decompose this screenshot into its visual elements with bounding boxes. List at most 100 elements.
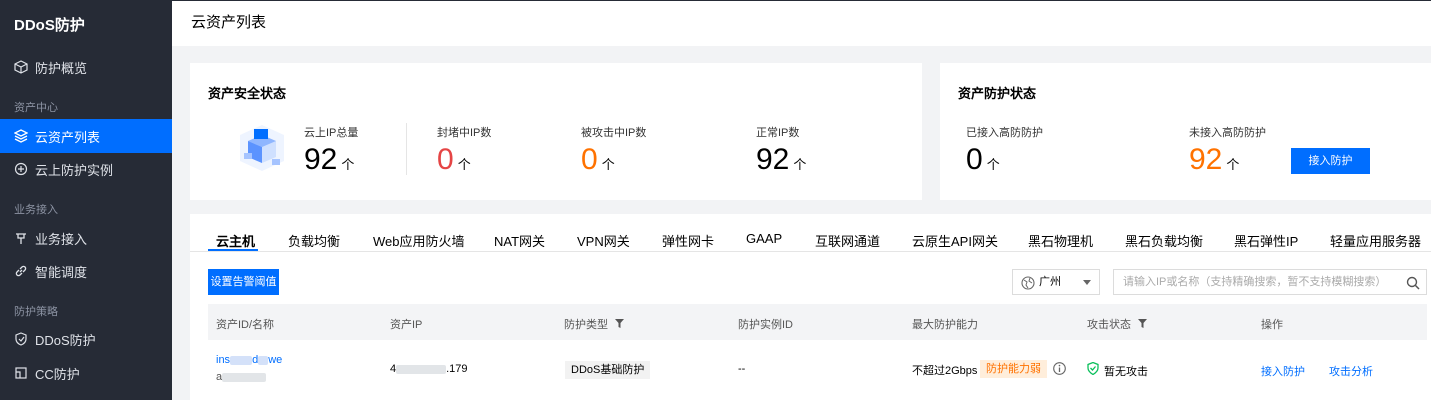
stat-normal-ip: 正常IP数 92 个 (756, 124, 806, 183)
stat-label: 已接入高防防护 (966, 127, 1043, 139)
tab-bm-machine[interactable]: 黑石物理机 (1028, 231, 1093, 250)
stat-unit: 个 (601, 157, 615, 172)
stat-total-ip: 云上IP总量 92 个 (304, 124, 358, 183)
info-icon[interactable] (1053, 362, 1066, 378)
column-header-filterable[interactable]: 攻击状态 (1087, 316, 1148, 332)
column-header-label: 攻击状态 (1087, 319, 1131, 331)
search-input[interactable]: 请输入IP或名称（支持精确搜索，暂不支持模糊搜索） (1113, 269, 1427, 295)
connect-protection-button[interactable]: 接入防护 (1291, 148, 1370, 174)
sidebar-group-asset-center: 资产中心 (14, 102, 58, 114)
globe-icon (1021, 275, 1035, 299)
server-illustration-icon (234, 121, 290, 177)
sidebar-item-label: DDoS防护 (35, 332, 96, 348)
stat-unit: 个 (793, 157, 807, 172)
stat-value: 0 (966, 143, 983, 176)
stat-not-connected: 未接入高防防护 92 个 (1189, 124, 1266, 183)
shield-check-icon (1087, 361, 1099, 378)
sidebar-item-label: 智能调度 (35, 264, 88, 280)
stat-value: 92 (304, 143, 338, 176)
stat-attacked-ip: 被攻击中IP数 0个 (581, 124, 646, 183)
sidebar-item-label: CC防护 (35, 366, 80, 382)
redacted-text (258, 355, 269, 365)
tab-vpn[interactable]: VPN网关 (577, 231, 630, 250)
stat-blocked-ip: 封堵中IP数 0个 (437, 124, 491, 183)
sidebar-item-overview[interactable]: 防护概览 (0, 50, 172, 84)
attack-analysis-link[interactable]: 攻击分析 (1329, 363, 1373, 379)
stat-label: 被攻击中IP数 (581, 127, 647, 139)
sidebar-item-label: 云上防护实例 (35, 162, 114, 178)
column-header: 防护实例ID (738, 319, 793, 331)
resource-tabs: 云主机 负载均衡 Web应用防火墙 NAT网关 VPN网关 弹性网卡 GAAP … (190, 214, 1431, 252)
tab-gaap[interactable]: GAAP (746, 231, 782, 246)
asset-list-panel: 设置告警阈值 广州 请输入IP或名称（支持精确搜索，暂不支持模糊搜索） 资产ID… (190, 252, 1431, 400)
sidebar-item-label: 业务接入 (35, 231, 88, 247)
sidebar-item-business-access[interactable]: 业务接入 (0, 221, 172, 255)
region-select[interactable]: 广州 (1012, 269, 1100, 295)
asset-protection-card: 资产防护状态 已接入高防防护 0个 未接入高防防护 92 个 接入防护 (940, 63, 1431, 200)
column-header: 资产IP (390, 319, 423, 331)
redacted-text (230, 355, 253, 365)
sidebar-item-ddos-protection[interactable]: DDoS防护 (0, 322, 172, 356)
tab-nat[interactable]: NAT网关 (494, 231, 545, 250)
page-header: 云资产列表 (172, 0, 1431, 46)
tab-clb[interactable]: 负载均衡 (288, 231, 340, 250)
sidebar-group-policy: 防护策略 (14, 306, 58, 318)
alert-threshold-button[interactable]: 设置告警阈值 (208, 269, 279, 295)
protection-type-tag: DDoS基础防护 (565, 361, 651, 379)
stat-unit: 个 (986, 157, 1000, 172)
sidebar-group-business: 业务接入 (14, 204, 58, 216)
instance-id: -- (738, 363, 746, 375)
column-header: 资产ID/名称 (216, 319, 275, 331)
table-row: ins d we a 4.179 DDoS基础防护 -- 不超过2Gbps 防护能力… (208, 340, 1427, 400)
filter-icon[interactable] (615, 319, 625, 331)
sidebar-item-label: 防护概览 (35, 60, 88, 76)
stat-value: 92 (756, 143, 790, 176)
tab-waf[interactable]: Web应用防火墙 (373, 231, 465, 250)
sidebar-item-smart-dispatch[interactable]: 智能调度 (0, 254, 172, 288)
stat-value: 0 (581, 143, 598, 176)
sidebar-item-cloud-instances[interactable]: 云上防护实例 (0, 152, 172, 186)
shield-icon (14, 332, 28, 346)
divider (406, 123, 407, 175)
page-title: 云资产列表 (191, 14, 267, 31)
active-tab-indicator (208, 249, 258, 251)
brand-title: DDoS防护 (14, 17, 85, 34)
max-capacity: 不超过2Gbps (912, 365, 978, 377)
attack-status: 暂无攻击 (1104, 366, 1148, 378)
sidebar-item-cloud-assets[interactable]: 云资产列表 (0, 119, 172, 153)
search-icon[interactable] (1406, 275, 1420, 299)
asset-id-suffix: we (268, 354, 283, 366)
tab-eni[interactable]: 弹性网卡 (662, 231, 714, 250)
tab-bm-eip[interactable]: 黑石弹性IP (1234, 231, 1298, 250)
asset-id-link[interactable]: ins d we (216, 354, 282, 366)
filter-icon[interactable] (1138, 319, 1148, 331)
search-placeholder: 请输入IP或名称（支持精确搜索，暂不支持模糊搜索） (1123, 276, 1387, 288)
tab-bm-lb[interactable]: 黑石负载均衡 (1125, 231, 1203, 250)
sidebar-item-cc-protection[interactable]: CC防护 (0, 356, 172, 390)
stat-label: 云上IP总量 (304, 127, 359, 139)
column-header-label: 防护类型 (564, 319, 608, 331)
sidebar: DDoS防护 防护概览 资产中心 云资产列表 云上防护实例 业务接入 业务接入 … (0, 0, 172, 400)
cc-icon (14, 366, 28, 380)
layers-icon (14, 129, 28, 143)
shield-cloud-icon (14, 162, 28, 176)
tab-cvm[interactable]: 云主机 (216, 231, 255, 250)
column-header-filterable[interactable]: 防护类型 (564, 316, 625, 332)
asset-id-prefix: ins (216, 354, 231, 366)
capacity-weak-tag: 防护能力弱 (980, 360, 1047, 378)
tab-api-gateway[interactable]: 云原生API网关 (912, 231, 998, 250)
tab-lighthouse[interactable]: 轻量应用服务器 (1330, 231, 1421, 250)
stat-unit: 个 (457, 157, 471, 172)
asset-ip-suffix: .179 (446, 363, 468, 375)
stat-value: 92 (1189, 143, 1223, 176)
stat-label: 正常IP数 (756, 127, 800, 139)
asset-ip: 4.179 (390, 363, 468, 375)
link-icon (14, 264, 28, 278)
redacted-text (222, 372, 267, 382)
tab-internet-channel[interactable]: 互联网通道 (815, 231, 880, 250)
column-header: 操作 (1261, 319, 1283, 331)
stat-unit: 个 (1226, 157, 1240, 172)
column-header: 最大防护能力 (912, 319, 978, 331)
region-value: 广州 (1039, 276, 1061, 288)
connect-protection-link[interactable]: 接入防护 (1261, 363, 1305, 379)
